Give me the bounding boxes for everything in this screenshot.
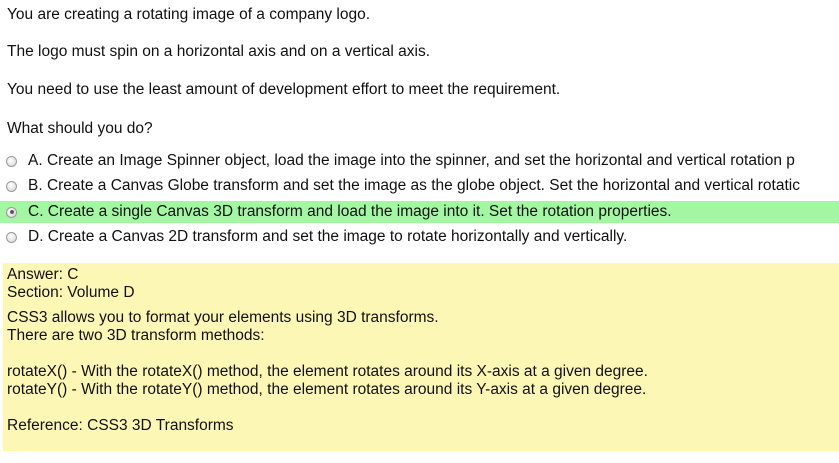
question-line-3: You need to use the least amount of deve… <box>7 81 561 98</box>
rotatey-description: rotateY() - With the rotateY() method, t… <box>7 381 647 398</box>
answer-line: Answer: C <box>7 266 79 283</box>
section-line: Section: Volume D <box>7 284 135 301</box>
radio-button-icon[interactable] <box>6 231 17 243</box>
radio-button-checked-icon[interactable] <box>6 206 17 218</box>
explanation-line-2: There are two 3D transform methods: <box>7 327 265 344</box>
option-d-text: D. Create a Canvas 2D transform and set … <box>28 228 628 245</box>
option-b-text: B. Create a Canvas Globe transform and s… <box>28 177 800 194</box>
option-c[interactable]: C. Create a single Canvas 3D transform a… <box>0 201 839 223</box>
question-prompt: What should you do? <box>7 120 153 137</box>
radio-button-icon[interactable] <box>6 180 17 192</box>
option-d[interactable]: D. Create a Canvas 2D transform and set … <box>0 226 839 248</box>
option-b[interactable]: B. Create a Canvas Globe transform and s… <box>0 175 839 197</box>
answer-explanation-box: Answer: C Section: Volume D CSS3 allows … <box>3 263 839 451</box>
question-line-2: The logo must spin on a horizontal axis … <box>7 43 431 60</box>
option-c-text: C. Create a single Canvas 3D transform a… <box>28 203 672 220</box>
question-line-1: You are creating a rotating image of a c… <box>7 6 371 23</box>
explanation-line-1: CSS3 allows you to format your elements … <box>7 309 439 326</box>
option-a-text: A. Create an Image Spinner object, load … <box>28 152 795 169</box>
rotatex-description: rotateX() - With the rotateX() method, t… <box>7 363 648 380</box>
radio-button-icon[interactable] <box>6 155 17 167</box>
option-a[interactable]: A. Create an Image Spinner object, load … <box>0 150 839 172</box>
reference-line: Reference: CSS3 3D Transforms <box>7 417 234 434</box>
